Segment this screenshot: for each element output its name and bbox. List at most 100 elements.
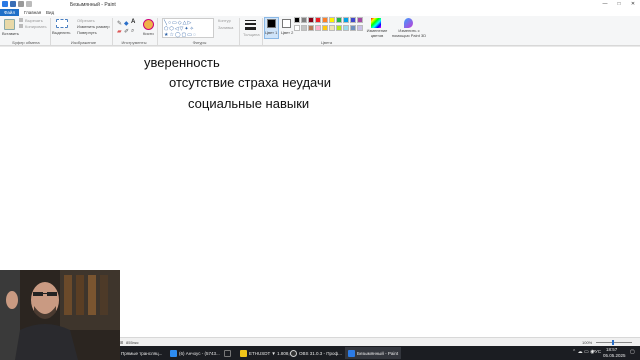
size-line-icon[interactable]: [245, 20, 256, 21]
colors-group-label: Цвета: [320, 40, 333, 45]
palette-color-swatch[interactable]: [350, 17, 356, 23]
separator: [239, 18, 240, 45]
color1-label: Цвет 1: [265, 30, 278, 35]
brushes-button[interactable]: Кисти: [143, 31, 154, 36]
select-icon[interactable]: [56, 19, 68, 28]
taskbar-item-label: ETHUSDT ▼ 1.808,0...: [249, 350, 296, 356]
separator: [50, 18, 51, 45]
taskbar-item-active[interactable]: Безымянный - Paint: [345, 347, 402, 359]
palette-color-swatch[interactable]: [301, 17, 307, 23]
palette-color-swatch[interactable]: [336, 17, 342, 23]
palette-color-swatch[interactable]: [343, 17, 349, 23]
taskbar-item-label: OBS 31.0.3 - Проф...: [299, 350, 342, 356]
webcam-overlay: [0, 270, 120, 360]
palette-color-swatch[interactable]: [350, 25, 356, 31]
crop-button[interactable]: Обрезать: [77, 18, 95, 23]
separator: [112, 18, 113, 45]
palette-color-swatch[interactable]: [357, 17, 363, 23]
palette-color-swatch[interactable]: [322, 25, 328, 31]
paint3d-icon[interactable]: [404, 18, 413, 28]
taskbar-item-label: Безымянный - Paint: [357, 350, 399, 356]
palette-color-swatch[interactable]: [357, 25, 363, 31]
canvas-size-label: 855пкс: [126, 340, 139, 345]
eraser-icon[interactable]: ▰: [117, 28, 122, 35]
quick-access-toolbar: [2, 1, 32, 7]
image-group-label: Изображение: [70, 40, 97, 45]
clock-date[interactable]: 05.05.2025: [603, 353, 626, 358]
color-palette: [294, 17, 366, 33]
shapes-gallery[interactable]: ╲○▭◇△▷ ⬠⬡◁▽✦✧ ★☆◯▢▭◌: [162, 18, 214, 38]
language-indicator[interactable]: РУС: [592, 349, 601, 354]
palette-color-swatch[interactable]: [301, 25, 307, 31]
palette-color-swatch[interactable]: [329, 25, 335, 31]
undo-icon[interactable]: [18, 1, 24, 7]
palette-color-swatch[interactable]: [308, 25, 314, 31]
maximize-button[interactable]: □: [612, 0, 626, 9]
palette-color-swatch[interactable]: [294, 17, 300, 23]
zoom-slider-thumb[interactable]: [612, 340, 614, 345]
paint3d-button[interactable]: Изменить с помощью Paint 3D: [390, 28, 428, 38]
redo-icon[interactable]: [26, 1, 32, 7]
cut-icon: [19, 18, 23, 22]
tab-file[interactable]: Файл: [0, 9, 20, 16]
taskbar-item[interactable]: (6) Анчоус - (5743...: [170, 347, 220, 359]
rotate-button[interactable]: Повернуть: [77, 30, 97, 35]
menu-bar: Файл Главная Вид: [0, 9, 640, 16]
palette-color-swatch[interactable]: [308, 17, 314, 23]
separator: [157, 18, 158, 45]
obs-icon: [290, 349, 297, 357]
brushes-icon[interactable]: [143, 19, 154, 30]
zoom-level: 100%: [582, 340, 593, 345]
tools-group-label: Инструменты: [121, 40, 147, 45]
palette-color-swatch[interactable]: [322, 17, 328, 23]
palette-color-swatch[interactable]: [343, 25, 349, 31]
webcam-person-image: [0, 270, 120, 360]
paste-button[interactable]: Вставить: [2, 31, 19, 36]
clipboard-group-label: Буфер обмена: [12, 40, 40, 45]
browser-icon: [170, 349, 177, 357]
taskbar-item-label: (6) Анчоус - (5743...: [179, 350, 220, 356]
palette-color-swatch[interactable]: [294, 25, 300, 31]
fill-icon[interactable]: ◆: [124, 20, 129, 27]
size-line-icon[interactable]: [245, 23, 256, 25]
color2-swatch[interactable]: [282, 19, 291, 28]
color2-label[interactable]: Цвет 2: [281, 30, 293, 35]
close-button[interactable]: ✕: [626, 0, 640, 9]
trading-icon: [240, 349, 247, 357]
text-icon[interactable]: A: [131, 19, 135, 25]
taskbar-item[interactable]: OBS 31.0.3 - Проф...: [290, 347, 342, 359]
tab-view[interactable]: Вид: [42, 9, 58, 16]
edit-colors-icon[interactable]: [371, 18, 381, 28]
window-title: Безымянный - Paint: [70, 2, 116, 8]
copy-button[interactable]: Копировать: [25, 24, 47, 29]
window-controls: — □ ✕: [598, 0, 640, 9]
fill-button[interactable]: Заливка: [218, 25, 233, 30]
resize-button[interactable]: Изменить размер: [77, 24, 110, 29]
paste-icon[interactable]: [4, 19, 15, 30]
outline-button[interactable]: Контур: [218, 18, 231, 23]
select-button[interactable]: Выделить: [52, 30, 70, 35]
save-icon[interactable]: [10, 1, 16, 7]
minimize-button[interactable]: —: [598, 0, 612, 9]
edit-colors-button[interactable]: Изменение цветов: [366, 28, 388, 38]
palette-color-swatch[interactable]: [315, 17, 321, 23]
taskbar-item[interactable]: [224, 347, 231, 359]
tradingview-icon: [224, 349, 231, 357]
clock-time[interactable]: 18:57: [606, 347, 617, 352]
cut-button[interactable]: Вырезать: [25, 18, 43, 23]
canvas-text-line: отсутствие страха неудачи: [169, 75, 332, 90]
size-line-icon[interactable]: [245, 27, 256, 30]
zoom-slider[interactable]: [596, 342, 632, 343]
pencil-icon[interactable]: ✎: [117, 20, 122, 27]
taskbar-item[interactable]: ETHUSDT ▼ 1.808,0...: [240, 347, 296, 359]
taskbar-item-label: Прямые трансляц...: [121, 350, 163, 356]
palette-color-swatch[interactable]: [315, 25, 321, 31]
magnifier-icon[interactable]: ⌕: [131, 28, 134, 35]
canvas-size-icon: ⊞: [120, 340, 124, 345]
size-button[interactable]: Толщина: [243, 32, 260, 37]
shapes-group-label: Фигуры: [192, 40, 207, 45]
notification-icon[interactable]: ▢: [630, 349, 635, 355]
palette-color-swatch[interactable]: [336, 25, 342, 31]
color-picker-icon[interactable]: ✐: [124, 28, 129, 35]
palette-color-swatch[interactable]: [329, 17, 335, 23]
